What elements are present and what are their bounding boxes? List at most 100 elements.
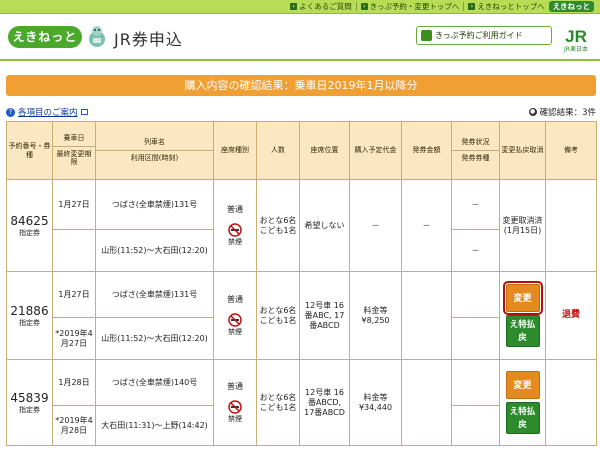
header-divider bbox=[0, 59, 600, 61]
reservation-table: 予約番号・券種 乗車日 最終変更期限 列車名 利用区間(時刻) 座席種別 人数 座席… bbox=[6, 121, 597, 446]
col-people: 人数 bbox=[256, 121, 300, 180]
kippu-top-link-label: きっぷ予約・変更トップへ bbox=[369, 2, 460, 11]
ride-date: 1月27日 bbox=[52, 179, 96, 230]
remarks-cell bbox=[545, 359, 597, 446]
seat-type: 普通 bbox=[227, 294, 243, 304]
arrow-icon: › bbox=[290, 3, 298, 10]
field-guide-label: 各項目のご案内 bbox=[18, 108, 78, 118]
col-issued-amount: 発券金額 bbox=[401, 121, 452, 180]
result-count-label: 確認結果：3件 bbox=[539, 108, 596, 118]
change-button[interactable]: 変更 bbox=[505, 371, 540, 399]
people-count: おとな6名こども1名 bbox=[256, 359, 300, 446]
col-train: 列車名利用区間(時刻) bbox=[95, 121, 214, 180]
faq-link-label: よくあるご質問 bbox=[299, 2, 352, 11]
issue-type bbox=[451, 405, 500, 446]
arrow-icon: › bbox=[468, 3, 476, 10]
issue-type: － bbox=[451, 229, 500, 272]
no-smoking-label: 禁煙 bbox=[228, 237, 242, 246]
issued-amount bbox=[401, 359, 452, 446]
col-final-change-label: 最終変更期限 bbox=[53, 145, 95, 170]
ticket-type: 指定券 bbox=[19, 228, 40, 237]
planned-fare: 料金等 ¥8,250 bbox=[349, 271, 402, 360]
ekinet-button[interactable]: えきねっと bbox=[548, 1, 594, 12]
planned-fare: 料金等 ¥34,440 bbox=[349, 359, 402, 446]
issue-status bbox=[451, 359, 500, 406]
col-planned-fare: 購入予定代金 bbox=[349, 121, 402, 180]
people-count: おとな6名こども1名 bbox=[256, 271, 300, 360]
rsv-cell: 45839 指定券 bbox=[6, 359, 53, 446]
col-section-label: 利用区間(時刻) bbox=[96, 150, 213, 165]
header: えきねっと JR券申込 きっぷ予約ご利用ガイド JR JR東日本 bbox=[0, 15, 600, 59]
kippu-top-link[interactable]: › きっぷ予約・変更トップへ bbox=[360, 1, 460, 12]
seat-type-cell: 普通 禁煙 bbox=[213, 359, 257, 446]
change-button[interactable]: 変更 bbox=[502, 281, 543, 315]
seat-type: 普通 bbox=[227, 381, 243, 391]
jr-east-logo[interactable]: JR JR東日本 bbox=[560, 23, 592, 53]
seat-position: 12号車 16番ABC, 17番ABCD bbox=[299, 271, 350, 360]
table-row: 84625 指定券 1月27日 つばさ(全車禁煙)131号 普通禁煙 おとな6名こ… bbox=[6, 179, 597, 272]
guide-icon bbox=[421, 30, 432, 41]
col-ride-date: 乗車日 最終変更期限 bbox=[52, 121, 96, 180]
usage-guide-button[interactable]: きっぷ予約ご利用ガイド bbox=[416, 26, 552, 45]
col-train-label: 列車名 bbox=[144, 138, 165, 147]
result-count: ● 確認結果：3件 bbox=[528, 106, 596, 118]
seat-type-cell: 普通 禁煙 bbox=[213, 179, 257, 272]
faq-link[interactable]: › よくあるご質問 bbox=[290, 1, 352, 12]
action-cell: 変更 え特払戻 bbox=[499, 359, 546, 446]
col-issue-type-label: 発券券種 bbox=[452, 150, 499, 165]
ekinet-logo[interactable]: えきねっと bbox=[8, 26, 82, 48]
no-smoking-icon bbox=[228, 399, 242, 414]
issue-type bbox=[451, 317, 500, 360]
route-section: 山形(11:52)〜大石田(12:20) bbox=[95, 229, 214, 272]
table-header-row: 予約番号・券種 乗車日 最終変更期限 列車名 利用区間(時刻) 座席種別 人数 座席… bbox=[6, 121, 597, 180]
issued-amount bbox=[401, 271, 452, 360]
route-section: 大石田(11:31)〜上野(14:42) bbox=[95, 405, 214, 446]
divider bbox=[463, 2, 465, 11]
train-name: つばさ(全車禁煙)131号 bbox=[95, 179, 214, 230]
no-smoking-icon bbox=[228, 222, 242, 237]
usage-guide-label: きっぷ予約ご利用ガイド bbox=[435, 31, 523, 40]
table-row: 21886 指定券 1月27日 つばさ(全車禁煙)131号 普通禁煙 おとな6名こ… bbox=[6, 271, 597, 360]
col-ride-date-label: 乗車日 bbox=[63, 133, 85, 142]
svg-text:JR: JR bbox=[565, 27, 587, 46]
seat-position: 希望しない bbox=[299, 179, 350, 272]
seat-type: 普通 bbox=[227, 204, 243, 214]
col-change-refund: 変更払戻取消 bbox=[499, 121, 546, 180]
seat-type-cell: 普通 禁煙 bbox=[213, 271, 257, 360]
col-issue-status-label: 発券状況 bbox=[461, 138, 490, 147]
mascot-icon bbox=[89, 26, 105, 47]
ticket-type: 指定券 bbox=[19, 405, 40, 414]
rsv-number: 84625 bbox=[10, 213, 49, 228]
issue-status: － bbox=[451, 179, 500, 230]
ekinet-top-link[interactable]: › えきねっとトップへ bbox=[468, 1, 545, 12]
page-title: JR券申込 bbox=[114, 30, 183, 49]
train-name: つばさ(全車禁煙)131号 bbox=[95, 271, 214, 318]
field-guide-link[interactable]: ? 各項目のご案内 bbox=[6, 106, 88, 118]
top-bar: › よくあるご質問 › きっぷ予約・変更トップへ › えきねっとトップへ えきねっと bbox=[0, 0, 600, 14]
seat-position: 12号車 16番ABCD, 17番ABCD bbox=[299, 359, 350, 446]
remarks-cell bbox=[545, 179, 597, 272]
remarks-cell: 退費 bbox=[545, 271, 597, 360]
no-smoking-label: 禁煙 bbox=[228, 414, 242, 423]
result-banner: 購入内容の確認結果：乗車日2019年1月以降分 bbox=[6, 75, 596, 96]
issued-amount: － bbox=[401, 179, 452, 272]
rsv-cell: 21886 指定券 bbox=[6, 271, 53, 360]
question-icon: ? bbox=[6, 107, 15, 117]
refund-button[interactable]: え特払戻 bbox=[505, 315, 540, 347]
arrow-icon: › bbox=[360, 3, 368, 10]
rsv-cell: 84625 指定券 bbox=[6, 179, 53, 272]
people-count: おとな6名こども1名 bbox=[256, 179, 300, 272]
action-cell: 変更 え特払戻 bbox=[499, 271, 546, 360]
final-change-date: *2019年4月27日 bbox=[52, 317, 96, 360]
col-seat-pos: 座席位置 bbox=[299, 121, 350, 180]
ride-date: 1月27日 bbox=[52, 271, 96, 318]
external-link-icon bbox=[80, 109, 88, 115]
table-row: 45839 指定券 1月28日 つばさ(全車禁煙)140号 普通 禁煙 おとな6名こ… bbox=[6, 359, 597, 446]
rsv-number: 45839 bbox=[10, 390, 49, 405]
refund-button[interactable]: え特払戻 bbox=[505, 402, 540, 434]
final-change-date bbox=[52, 229, 96, 272]
no-smoking-icon bbox=[228, 312, 242, 327]
col-remarks: 備考 bbox=[545, 121, 597, 180]
ticket-type: 指定券 bbox=[19, 318, 40, 327]
no-smoking-label: 禁煙 bbox=[228, 327, 242, 336]
